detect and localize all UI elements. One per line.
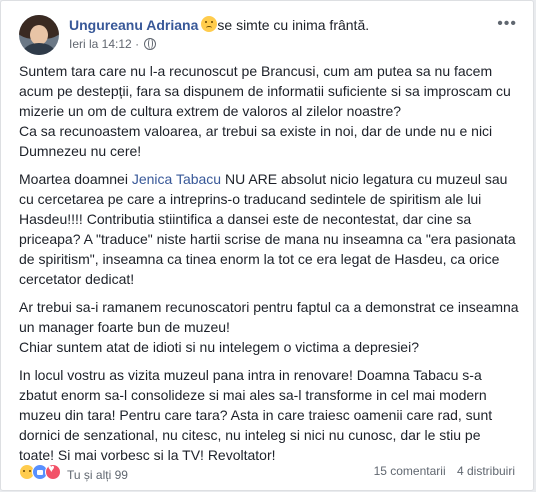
comments-count-link[interactable]: 15 comentarii bbox=[374, 464, 446, 478]
paragraph-3-line-b: Chiar suntem atat de idioti si nu intele… bbox=[19, 339, 419, 355]
paragraph-1-line-b: Ca sa recunoastem valoarea, ar trebui sa… bbox=[19, 123, 493, 159]
paragraph-4: In locul vostru as vizita muzeul pana in… bbox=[19, 367, 493, 463]
feeling-text: se simte cu inima frântă. bbox=[217, 17, 370, 33]
meta-separator: · bbox=[135, 37, 140, 51]
love-reaction-icon bbox=[45, 463, 61, 480]
author-name[interactable]: Ungureanu Adriana bbox=[69, 17, 198, 33]
avatar[interactable] bbox=[19, 15, 59, 55]
avatar-face bbox=[30, 25, 48, 45]
post-timestamp[interactable]: Ieri la 14:12 bbox=[69, 37, 132, 51]
shares-count-link[interactable]: 4 distribuiri bbox=[457, 464, 515, 478]
globe-icon[interactable] bbox=[144, 38, 157, 50]
mention-link[interactable]: Jenica Tabacu bbox=[132, 171, 221, 187]
reaction-count[interactable]: Tu și alți 99 bbox=[67, 468, 128, 482]
post-footer: Tu și alți 99 15 comentarii 4 distribuir… bbox=[13, 460, 521, 484]
paragraph-2-pre: Moartea doamnei bbox=[19, 171, 132, 187]
post-body: Suntem tara care nu l-a recunoscut pe Br… bbox=[19, 61, 519, 473]
post-card: Ungureanu Adriana se simte cu inima frânt… bbox=[0, 0, 534, 491]
paragraph-3-line-a: Ar trebui sa-i ramanem recunoscatori pen… bbox=[19, 299, 519, 335]
avatar-body bbox=[23, 43, 55, 55]
post-stats: 15 comentarii 4 distribuiri bbox=[366, 464, 515, 478]
paragraph-2: Moartea doamnei Jenica Tabacu NU ARE abs… bbox=[19, 169, 519, 289]
paragraph-1-line-a: Suntem tara care nu l-a recunoscut pe Br… bbox=[19, 63, 511, 119]
paragraph-3: Ar trebui sa-i ramanem recunoscatori pen… bbox=[19, 297, 519, 357]
paragraph-1: Suntem tara care nu l-a recunoscut pe Br… bbox=[19, 61, 519, 161]
sad-emoji-icon bbox=[201, 16, 218, 32]
paragraph-2-post: NU ARE absolut nicio legatura cu muzeul … bbox=[19, 171, 516, 287]
post-header: Ungureanu Adriana se simte cu inima frânt… bbox=[13, 11, 521, 57]
more-options-icon[interactable]: ••• bbox=[497, 15, 517, 33]
post-meta: Ieri la 14:12 · bbox=[69, 37, 157, 51]
author-line: Ungureanu Adriana se simte cu inima frânt… bbox=[69, 16, 369, 33]
